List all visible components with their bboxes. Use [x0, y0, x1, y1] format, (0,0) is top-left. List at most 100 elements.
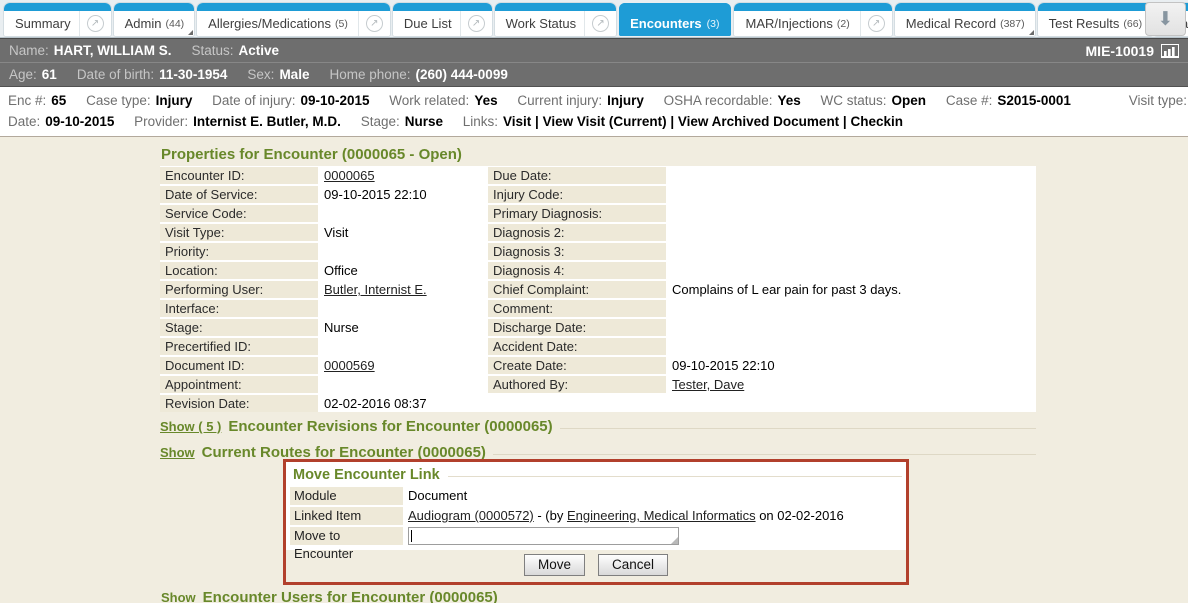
- enc-label: Date:: [8, 114, 40, 129]
- field-value: [320, 376, 486, 393]
- field-value: [668, 338, 1036, 355]
- authored-by-link[interactable]: Tester, Dave: [672, 377, 744, 392]
- field-label: Performing User:: [160, 281, 318, 298]
- enc-label: Visit type:: [1129, 93, 1187, 108]
- document-id-link[interactable]: 0000569: [324, 358, 375, 373]
- move-button[interactable]: Move: [524, 554, 585, 576]
- field-value: [668, 205, 1036, 222]
- dialog-row-linked-item: Linked Item Audiogram (0000572) - (by En…: [290, 507, 902, 525]
- tab-count: (66): [1123, 18, 1142, 30]
- resize-grip-icon[interactable]: [671, 537, 678, 544]
- dob-value: 11-30-1954: [159, 67, 227, 82]
- tab-cap: [734, 3, 891, 11]
- enc-value: Nurse: [405, 114, 443, 129]
- more-tabs-button[interactable]: ⬇: [1145, 2, 1186, 36]
- move-to-encounter-input[interactable]: [408, 527, 679, 545]
- main-content: Properties for Encounter (0000065 - Open…: [0, 137, 1188, 603]
- table-row: Date of Service: 09-10-2015 22:10 Injury…: [160, 186, 1036, 203]
- field-label: Injury Code:: [488, 186, 666, 203]
- popout-icon[interactable]: ↗: [460, 11, 492, 36]
- age-label: Age:: [9, 67, 37, 82]
- tab-medical-record[interactable]: Medical Record (387): [895, 3, 1035, 36]
- enc-label: Case #:: [946, 93, 993, 108]
- field-value: Butler, Internist E.: [320, 281, 486, 298]
- field-label: Stage:: [160, 319, 318, 336]
- dob-label: Date of birth:: [77, 67, 154, 82]
- down-arrow-icon: ⬇: [1158, 8, 1174, 31]
- show-users-link[interactable]: Show: [161, 590, 196, 603]
- cancel-button[interactable]: Cancel: [598, 554, 668, 576]
- external-link-icon: ↗: [592, 15, 609, 32]
- tab-cap: [895, 3, 1035, 11]
- tab-label: Test Results: [1038, 16, 1128, 31]
- enc-value: 09-10-2015: [300, 93, 369, 108]
- popout-icon[interactable]: ↗: [860, 11, 892, 36]
- field-value: 09-10-2015 22:10: [320, 186, 486, 203]
- field-value: 09-10-2015 22:10: [668, 357, 1036, 374]
- histogram-icon[interactable]: [1161, 44, 1179, 58]
- enc-value: Internist E. Butler, M.D.: [193, 114, 341, 129]
- patient-demographics-bar: Age: 61 Date of birth: 11-30-1954 Sex: M…: [0, 62, 1188, 87]
- field-value: [320, 338, 486, 355]
- table-row: Stage: Nurse Discharge Date:: [160, 319, 1036, 336]
- tab-test-results[interactable]: Test Results (66): [1038, 3, 1153, 36]
- tab-label: Medical Record: [895, 16, 1004, 31]
- enc-label: Provider:: [134, 114, 188, 129]
- text-cursor: [411, 530, 412, 542]
- external-link-icon: ↗: [468, 15, 485, 32]
- encounter-links[interactable]: Visit | View Visit (Current) | View Arch…: [503, 114, 903, 129]
- popout-icon[interactable]: ↗: [584, 11, 616, 36]
- linked-user-link[interactable]: Engineering, Medical Informatics: [567, 508, 756, 523]
- tab-cap: [114, 3, 195, 11]
- linked-item-text: - (by: [534, 508, 567, 523]
- tab-label: Work Status: [495, 16, 585, 31]
- tab-summary[interactable]: Summary ↗: [4, 3, 111, 36]
- age-value: 61: [42, 67, 57, 82]
- status-label: Status:: [192, 43, 234, 58]
- field-label: Discharge Date:: [488, 319, 666, 336]
- divider: [448, 476, 902, 477]
- field-value: 02-02-2016 08:37: [320, 395, 1036, 412]
- section-title: Encounter Users for Encounter (0000065): [203, 589, 498, 603]
- audiogram-document-link[interactable]: Audiogram (0000572): [408, 508, 534, 523]
- field-label: Date of Service:: [160, 186, 318, 203]
- encounter-info-line2: Date: 09-10-2015 Provider: Internist E. Bu…: [8, 111, 1180, 132]
- field-label: Diagnosis 4:: [488, 262, 666, 279]
- tab-due-list[interactable]: Due List ↗: [393, 3, 492, 36]
- show-routes-link[interactable]: Show: [160, 445, 195, 460]
- external-link-icon: ↗: [868, 15, 885, 32]
- sex-label: Sex:: [247, 67, 274, 82]
- popout-icon[interactable]: ↗: [79, 11, 111, 36]
- tab-cap: [4, 3, 111, 11]
- table-row: Revision Date: 02-02-2016 08:37: [160, 395, 1036, 412]
- tab-work-status[interactable]: Work Status ↗: [495, 3, 617, 36]
- tab-label: Due List: [393, 16, 460, 31]
- field-label: Comment:: [488, 300, 666, 317]
- tab-encounters[interactable]: Encounters (3): [619, 3, 731, 36]
- performing-user-link[interactable]: Butler, Internist E.: [324, 282, 427, 297]
- encounter-info-line1: Enc #:65 Case type:Injury Date of injury…: [8, 90, 1180, 111]
- field-value: [668, 224, 1036, 241]
- external-link-icon: ↗: [87, 15, 104, 32]
- tab-cap: [393, 3, 492, 11]
- field-label: Diagnosis 2:: [488, 224, 666, 241]
- field-label: Chief Complaint:: [488, 281, 666, 298]
- popout-icon[interactable]: ↗: [358, 11, 390, 36]
- links-label: Links:: [463, 114, 498, 129]
- tab-allergies-medications[interactable]: Allergies/Medications (5) ↗: [197, 3, 390, 36]
- tab-mar-injections[interactable]: MAR/Injections (2) ↗: [734, 3, 891, 36]
- tab-label: Summary: [4, 16, 79, 31]
- tab-count: (5): [335, 18, 348, 30]
- field-label: Visit Type:: [160, 224, 318, 241]
- enc-value: Open: [892, 93, 927, 108]
- table-row: Document ID: 0000569 Create Date: 09-10-…: [160, 357, 1036, 374]
- tab-cap: [197, 3, 390, 11]
- phone-value: (260) 444-0099: [416, 67, 508, 82]
- encounter-id-link[interactable]: 0000065: [324, 168, 375, 183]
- encounter-info-bar: Enc #:65 Case type:Injury Date of injury…: [0, 87, 1188, 137]
- enc-value: 09-10-2015: [45, 114, 114, 129]
- field-label: Authored By:: [488, 376, 666, 393]
- tab-admin[interactable]: Admin (44): [114, 3, 195, 36]
- field-label: Linked Item: [290, 507, 403, 525]
- show-revisions-link[interactable]: Show ( 5 ): [160, 419, 221, 434]
